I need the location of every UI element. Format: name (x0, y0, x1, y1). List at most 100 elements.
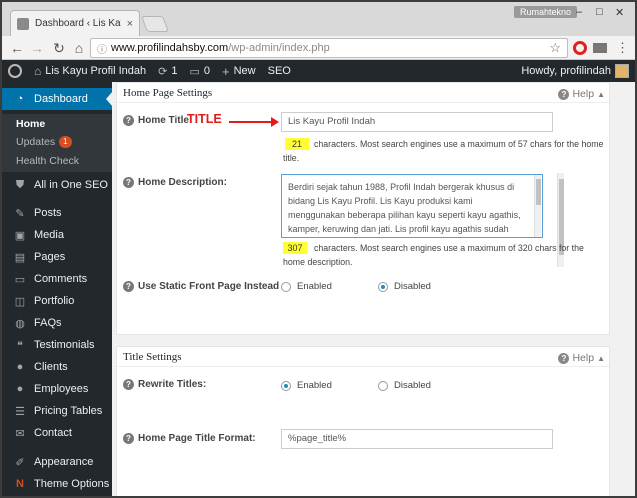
sidebar-item-media[interactable]: ▣ Media (2, 224, 112, 246)
new-tab-button[interactable] (141, 16, 169, 32)
portfolio-icon: ◫ (14, 295, 26, 308)
textarea-scroll-thumb[interactable] (536, 179, 541, 205)
new-content-link[interactable]: + New (216, 60, 262, 82)
wordpress-favicon-icon (17, 17, 29, 30)
sidebar-item-contact[interactable]: ✉ Contact (2, 422, 112, 444)
sidebar-item-pricing-tables[interactable]: ☰ Pricing Tables (2, 400, 112, 422)
profile-badge[interactable]: Rumahtekno (514, 6, 578, 18)
sidebar-item-label: Comments (34, 273, 88, 285)
forward-arrow-icon[interactable]: → (28, 39, 46, 57)
comments-link[interactable]: ▭ 0 (183, 60, 216, 82)
reload-icon[interactable]: ↻ (50, 39, 68, 57)
maximize-icon[interactable]: □ (596, 6, 603, 18)
wordpress-logo-icon (8, 64, 22, 78)
help-question-icon[interactable]: ? (123, 433, 134, 444)
dashboard-submenu: Home Updates 1 Health Check (2, 114, 112, 172)
sidebar-item-posts[interactable]: ✎ Posts (2, 202, 112, 224)
browser-window: Dashboard ‹ Lis Kayu Profil × Rumahtekno… (0, 0, 637, 498)
table-icon: ☰ (15, 405, 25, 418)
sidebar-item-label: Pages (34, 251, 66, 263)
postbox-header[interactable]: Home Page Settings (117, 83, 609, 103)
seo-label: SEO (267, 65, 291, 77)
sidebar-item-testimonials[interactable]: ❝ Testimonials (2, 334, 112, 356)
help-label: Help (572, 88, 595, 100)
annotation-title: TITLE (187, 112, 222, 126)
quote-icon: ❝ (17, 339, 23, 352)
help-question-icon[interactable]: ? (123, 177, 134, 188)
sidebar-item-label: Employees (34, 383, 89, 395)
home-description-hint-1: characters. Most search engines use a ma… (314, 243, 584, 253)
mail-extension-icon[interactable] (593, 43, 607, 53)
home-title-label-text: Home Title: (138, 115, 193, 126)
help-toggle[interactable]: ? Help ▲ (558, 352, 605, 364)
bookmark-star-icon[interactable]: ☆ (549, 40, 561, 56)
window-close-icon[interactable]: ✕ (615, 6, 624, 19)
home-description-label: ? Home Description: (123, 177, 227, 188)
home-title-input[interactable]: Lis Kayu Profil Indah (281, 112, 553, 132)
user-account-menu[interactable]: Howdy, profilindah (515, 60, 635, 82)
textarea-scrollbar[interactable] (534, 175, 541, 237)
comment-icon: ▭ (14, 273, 26, 286)
seo-link[interactable]: SEO (262, 60, 297, 82)
postbox-title: Title Settings (123, 350, 182, 363)
home-title-format-input[interactable]: %page_title% (281, 429, 553, 449)
sidebar-item-label: FAQs (34, 317, 62, 329)
updates-link[interactable]: ⟳ 1 (152, 60, 183, 82)
radio-label: Enabled (297, 281, 332, 292)
sidebar-item-label: All in One SEO (34, 179, 108, 191)
home-description-label-text: Home Description: (138, 177, 227, 188)
sidebar-item-label: Media (34, 229, 64, 241)
help-question-icon: ? (558, 352, 570, 364)
sidebar-item-comments[interactable]: ▭ Comments (2, 268, 112, 290)
sidebar-item-appearance[interactable]: ✐ Appearance (2, 451, 112, 473)
home-icon[interactable]: ⌂ (70, 39, 88, 57)
radio-dot (281, 281, 291, 292)
help-toggle[interactable]: ? Help ▲ (558, 88, 605, 100)
sidebar-item-theme-options[interactable]: N Theme Options (2, 473, 112, 495)
sidebar-item-pages[interactable]: ▤ Pages (2, 246, 112, 268)
postbox-header[interactable]: Title Settings (117, 347, 609, 367)
help-question-icon[interactable]: ? (123, 379, 134, 390)
wp-logo-button[interactable] (2, 60, 28, 82)
sidebar-item-clients[interactable]: ● Clients (2, 356, 112, 378)
static-disabled-radio[interactable]: Disabled (378, 281, 431, 292)
page-icon: ▤ (14, 251, 26, 264)
rewrite-disabled-radio[interactable]: Disabled (378, 380, 431, 391)
sidebar-item-label: Pricing Tables (34, 405, 103, 417)
address-bar[interactable]: ⓘ www.profilindahsby.com/wp-admin/index.… (90, 38, 568, 58)
help-question-icon[interactable]: ? (123, 281, 134, 292)
submenu-updates[interactable]: Updates 1 (16, 136, 72, 148)
mail-icon: ✉ (15, 427, 25, 440)
rewrite-titles-label: ? Rewrite Titles: (123, 379, 206, 390)
caret-up-icon: ▲ (597, 353, 605, 363)
browser-tab[interactable]: Dashboard ‹ Lis Kayu Profil × (10, 10, 140, 36)
sidebar-item-all-in-one-seo[interactable]: ⛊ All in One SEO (2, 174, 112, 196)
shield-icon: ⛊ (15, 178, 25, 191)
help-question-icon[interactable]: ? (123, 115, 134, 126)
static-enabled-radio[interactable]: Enabled (281, 281, 332, 292)
rewrite-enabled-radio[interactable]: Enabled (281, 380, 332, 391)
back-arrow-icon[interactable]: ← (8, 39, 26, 57)
faq-icon: ◍ (15, 317, 25, 330)
tab-close-icon[interactable]: × (127, 18, 133, 30)
home-description-textarea[interactable]: Berdiri sejak tahun 1988, Profil Indah b… (281, 174, 543, 238)
tab-strip: Dashboard ‹ Lis Kayu Profil × Rumahtekno… (2, 2, 635, 36)
browser-menu-icon[interactable]: ⋮ (616, 40, 629, 56)
sidebar-item-dashboard[interactable]: ◔ Dashboard (2, 88, 112, 110)
title-settings-box: Title Settings ? Help ▲ ? Rewrite Titles… (116, 346, 610, 496)
submenu-health-check[interactable]: Health Check (16, 155, 79, 167)
home-description-hint-2: home description. (283, 257, 353, 267)
sidebar-item-label: Testimonials (34, 339, 95, 351)
postbox-title: Home Page Settings (123, 86, 213, 99)
sidebar-item-portfolio[interactable]: ◫ Portfolio (2, 290, 112, 312)
submenu-home[interactable]: Home (16, 118, 45, 130)
home-title-char-count: 21 (285, 138, 309, 150)
opera-extension-icon[interactable] (573, 41, 587, 55)
site-name-link[interactable]: ⌂ Lis Kayu Profil Indah (28, 60, 152, 82)
minimize-icon[interactable]: – (576, 6, 582, 18)
sidebar-item-faqs[interactable]: ◍ FAQs (2, 312, 112, 334)
sidebar-item-employees[interactable]: ● Employees (2, 378, 112, 400)
home-title-label: ? Home Title: (123, 115, 192, 126)
info-icon[interactable]: ⓘ (97, 41, 107, 56)
help-label: Help (572, 352, 595, 364)
